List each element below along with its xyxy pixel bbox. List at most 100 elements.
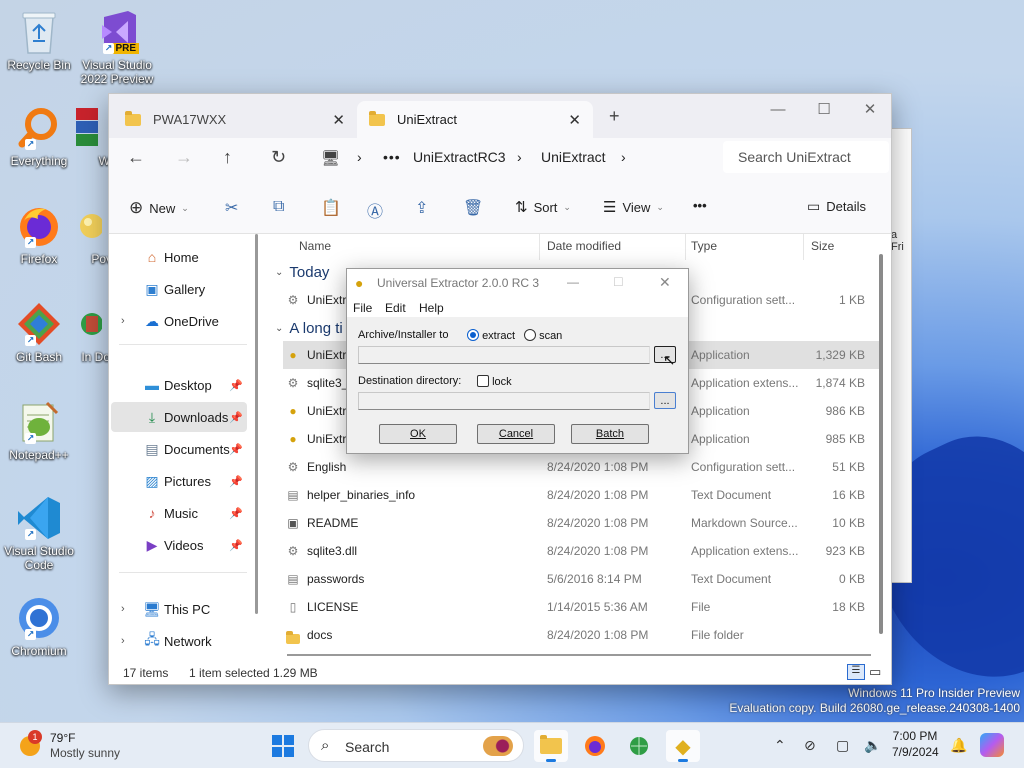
column-separator[interactable] [685,234,686,260]
column-header-type[interactable]: Type [691,239,717,253]
group-header-today[interactable]: ⌄ Today [275,264,329,281]
file-row[interactable]: ▯ LICENSE 1/14/2015 5:36 AM File 18 KB [283,593,879,621]
expand-chevron-icon[interactable]: › [121,603,125,615]
forward-icon[interactable]: → [175,147,193,168]
back-icon[interactable]: ← [127,147,145,168]
rename-icon[interactable]: Ⓐ [367,198,383,222]
breadcrumb-item[interactable]: UniExtractRC3 [413,149,506,165]
copilot-icon[interactable] [980,733,1004,757]
desktop-icon-notepad-plus-plus[interactable]: ↗ Notepad++ [1,398,77,462]
refresh-icon[interactable]: ↻ [271,147,286,168]
clock-time[interactable]: 7:00 PM [892,729,938,743]
menu-file[interactable]: File [353,301,372,315]
breadcrumb-chevron-icon[interactable]: › [357,149,362,165]
sidebar-item-this-pc[interactable]: › 🖥 This PC [111,594,247,624]
breadcrumb-item[interactable]: UniExtract [541,149,606,165]
weather-widget[interactable]: 1 79°F Mostly sunny [18,730,148,764]
details-button[interactable]: ▭ Details [807,198,866,215]
maximize-icon[interactable]: ☐ [613,275,624,289]
file-row[interactable]: ▣ README 8/24/2020 1:08 PM Markdown Sour… [283,509,879,537]
sidebar-item-music[interactable]: ♪ Music 📌 [111,498,247,528]
view-button[interactable]: ☰ View ⌄ [603,198,664,216]
desktop-icon-povray[interactable]: Pov [62,202,112,266]
menu-edit[interactable]: Edit [385,301,406,315]
expand-chevron-icon[interactable]: › [121,315,125,327]
tiles-view-icon[interactable]: ▭ [869,664,881,680]
column-header-name[interactable]: Name [299,239,331,253]
horizontal-scrollbar[interactable] [287,654,871,656]
sidebar-item-desktop[interactable]: ▬ Desktop 📌 [111,370,247,400]
start-button[interactable] [266,730,300,762]
close-window-icon[interactable]: ✕ [847,94,893,124]
volume-icon[interactable]: 🔈 [864,737,881,754]
taskbar-search-box[interactable]: ⌕ Search [308,729,524,762]
dialog-title-bar[interactable]: ● Universal Extractor 2.0.0 RC 3 — ☐ ✕ [347,269,688,297]
menu-help[interactable]: Help [419,301,444,315]
breadcrumb-chevron-icon[interactable]: › [621,149,626,165]
share-icon[interactable]: ⇪ [415,198,428,218]
file-row[interactable]: ▤ passwords 5/6/2016 8:14 PM Text Docume… [283,565,879,593]
archive-path-input[interactable] [358,346,650,364]
universal-extractor-dialog[interactable]: ● Universal Extractor 2.0.0 RC 3 — ☐ ✕ F… [346,268,689,454]
cancel-button[interactable]: Cancel [477,424,555,444]
destination-path-input[interactable] [358,392,650,410]
close-tab-icon[interactable]: ✕ [332,111,345,129]
sidebar-item-home[interactable]: ⌂ Home [111,242,247,272]
sidebar-item-onedrive[interactable]: › ☁ OneDrive [111,306,247,336]
file-row[interactable]: ▤ helper_binaries_info 8/24/2020 1:08 PM… [283,481,879,509]
close-dialog-icon[interactable]: ✕ [659,274,671,291]
desktop-icon-vscode[interactable]: ↗ Visual Studio Code [1,494,77,572]
more-options-icon[interactable]: ••• [693,198,707,213]
cut-icon[interactable]: ✂ [225,198,238,218]
taskbar-uniextract[interactable]: ◆ [666,730,700,762]
sidebar-item-gallery[interactable]: ▣ Gallery [111,274,247,304]
column-header-size[interactable]: Size [811,239,834,253]
batch-button[interactable]: Batch [571,424,649,444]
file-row[interactable]: ⚙ sqlite3.dll 8/24/2020 1:08 PM Applicat… [283,537,879,565]
delete-icon[interactable]: 🗑 [463,198,483,218]
expand-chevron-icon[interactable]: › [121,635,125,647]
network-disconnected-icon[interactable]: ⊘ [804,737,816,754]
search-input[interactable]: Search UniExtract [723,141,889,173]
file-list-scrollbar[interactable] [879,254,883,634]
maximize-icon[interactable]: ☐ [801,94,847,124]
group-header-long-ago[interactable]: ⌄ A long ti [275,320,343,337]
minimize-icon[interactable]: — [755,94,801,124]
extract-radio[interactable]: extract [467,329,515,342]
tab-uniextract[interactable]: UniExtract ✕ [357,101,593,138]
taskbar-network-app[interactable] [622,730,656,762]
sidebar-item-downloads[interactable]: ⤓ Downloads 📌 [111,402,247,432]
new-tab-icon[interactable]: + [609,106,620,127]
taskbar-firefox[interactable] [578,730,612,762]
show-hidden-icons-chevron-icon[interactable]: ⌃ [774,737,786,754]
details-view-icon[interactable]: ☰ [847,664,865,680]
desktop-icon-visual-studio-preview[interactable]: PRE ↗ Visual Studio 2022 Preview [79,8,155,86]
column-separator[interactable] [539,234,540,260]
lock-checkbox[interactable]: lock [477,375,512,388]
notifications-bell-icon[interactable]: 🔔 [950,737,967,754]
ok-button[interactable]: OK [379,424,457,444]
sort-button[interactable]: ⇅ Sort ⌄ [515,198,571,216]
column-header-date[interactable]: Date modified [547,239,621,253]
desktop-icon-internet-download[interactable]: In Do [62,300,112,364]
minimize-icon[interactable]: — [567,275,579,289]
new-button[interactable]: ⊕ New ⌄ [129,198,189,218]
sidebar-item-documents[interactable]: ▤ Documents 📌 [111,434,247,464]
sidebar-item-network[interactable]: › 🖧 Network [111,626,247,656]
file-row[interactable]: ⚙ English 8/24/2020 1:08 PM Configuratio… [283,453,879,481]
breadcrumb-overflow-icon[interactable]: ••• [383,149,401,165]
sidebar-item-pictures[interactable]: ▨ Pictures 📌 [111,466,247,496]
notification-settings-icon[interactable]: ▢ [836,737,849,754]
paste-icon[interactable]: 📋 [321,198,341,218]
taskbar-file-explorer[interactable] [534,730,568,762]
sidebar-item-videos[interactable]: ▶ Videos 📌 [111,530,247,560]
tab-pwa17wxx[interactable]: PWA17WXX ✕ [113,101,357,138]
browse-destination-button[interactable]: ... [654,392,676,409]
this-pc-location-icon[interactable]: 🖥 [321,149,340,167]
file-row[interactable]: docs 8/24/2020 1:08 PM File folder [283,621,879,649]
desktop-icon-recycle-bin[interactable]: Recycle Bin [1,8,77,72]
copy-icon[interactable]: ⧉ [273,198,284,216]
column-separator[interactable] [803,234,804,260]
desktop-icon-winrar[interactable]: W [62,104,112,168]
close-tab-icon[interactable]: ✕ [568,111,581,129]
